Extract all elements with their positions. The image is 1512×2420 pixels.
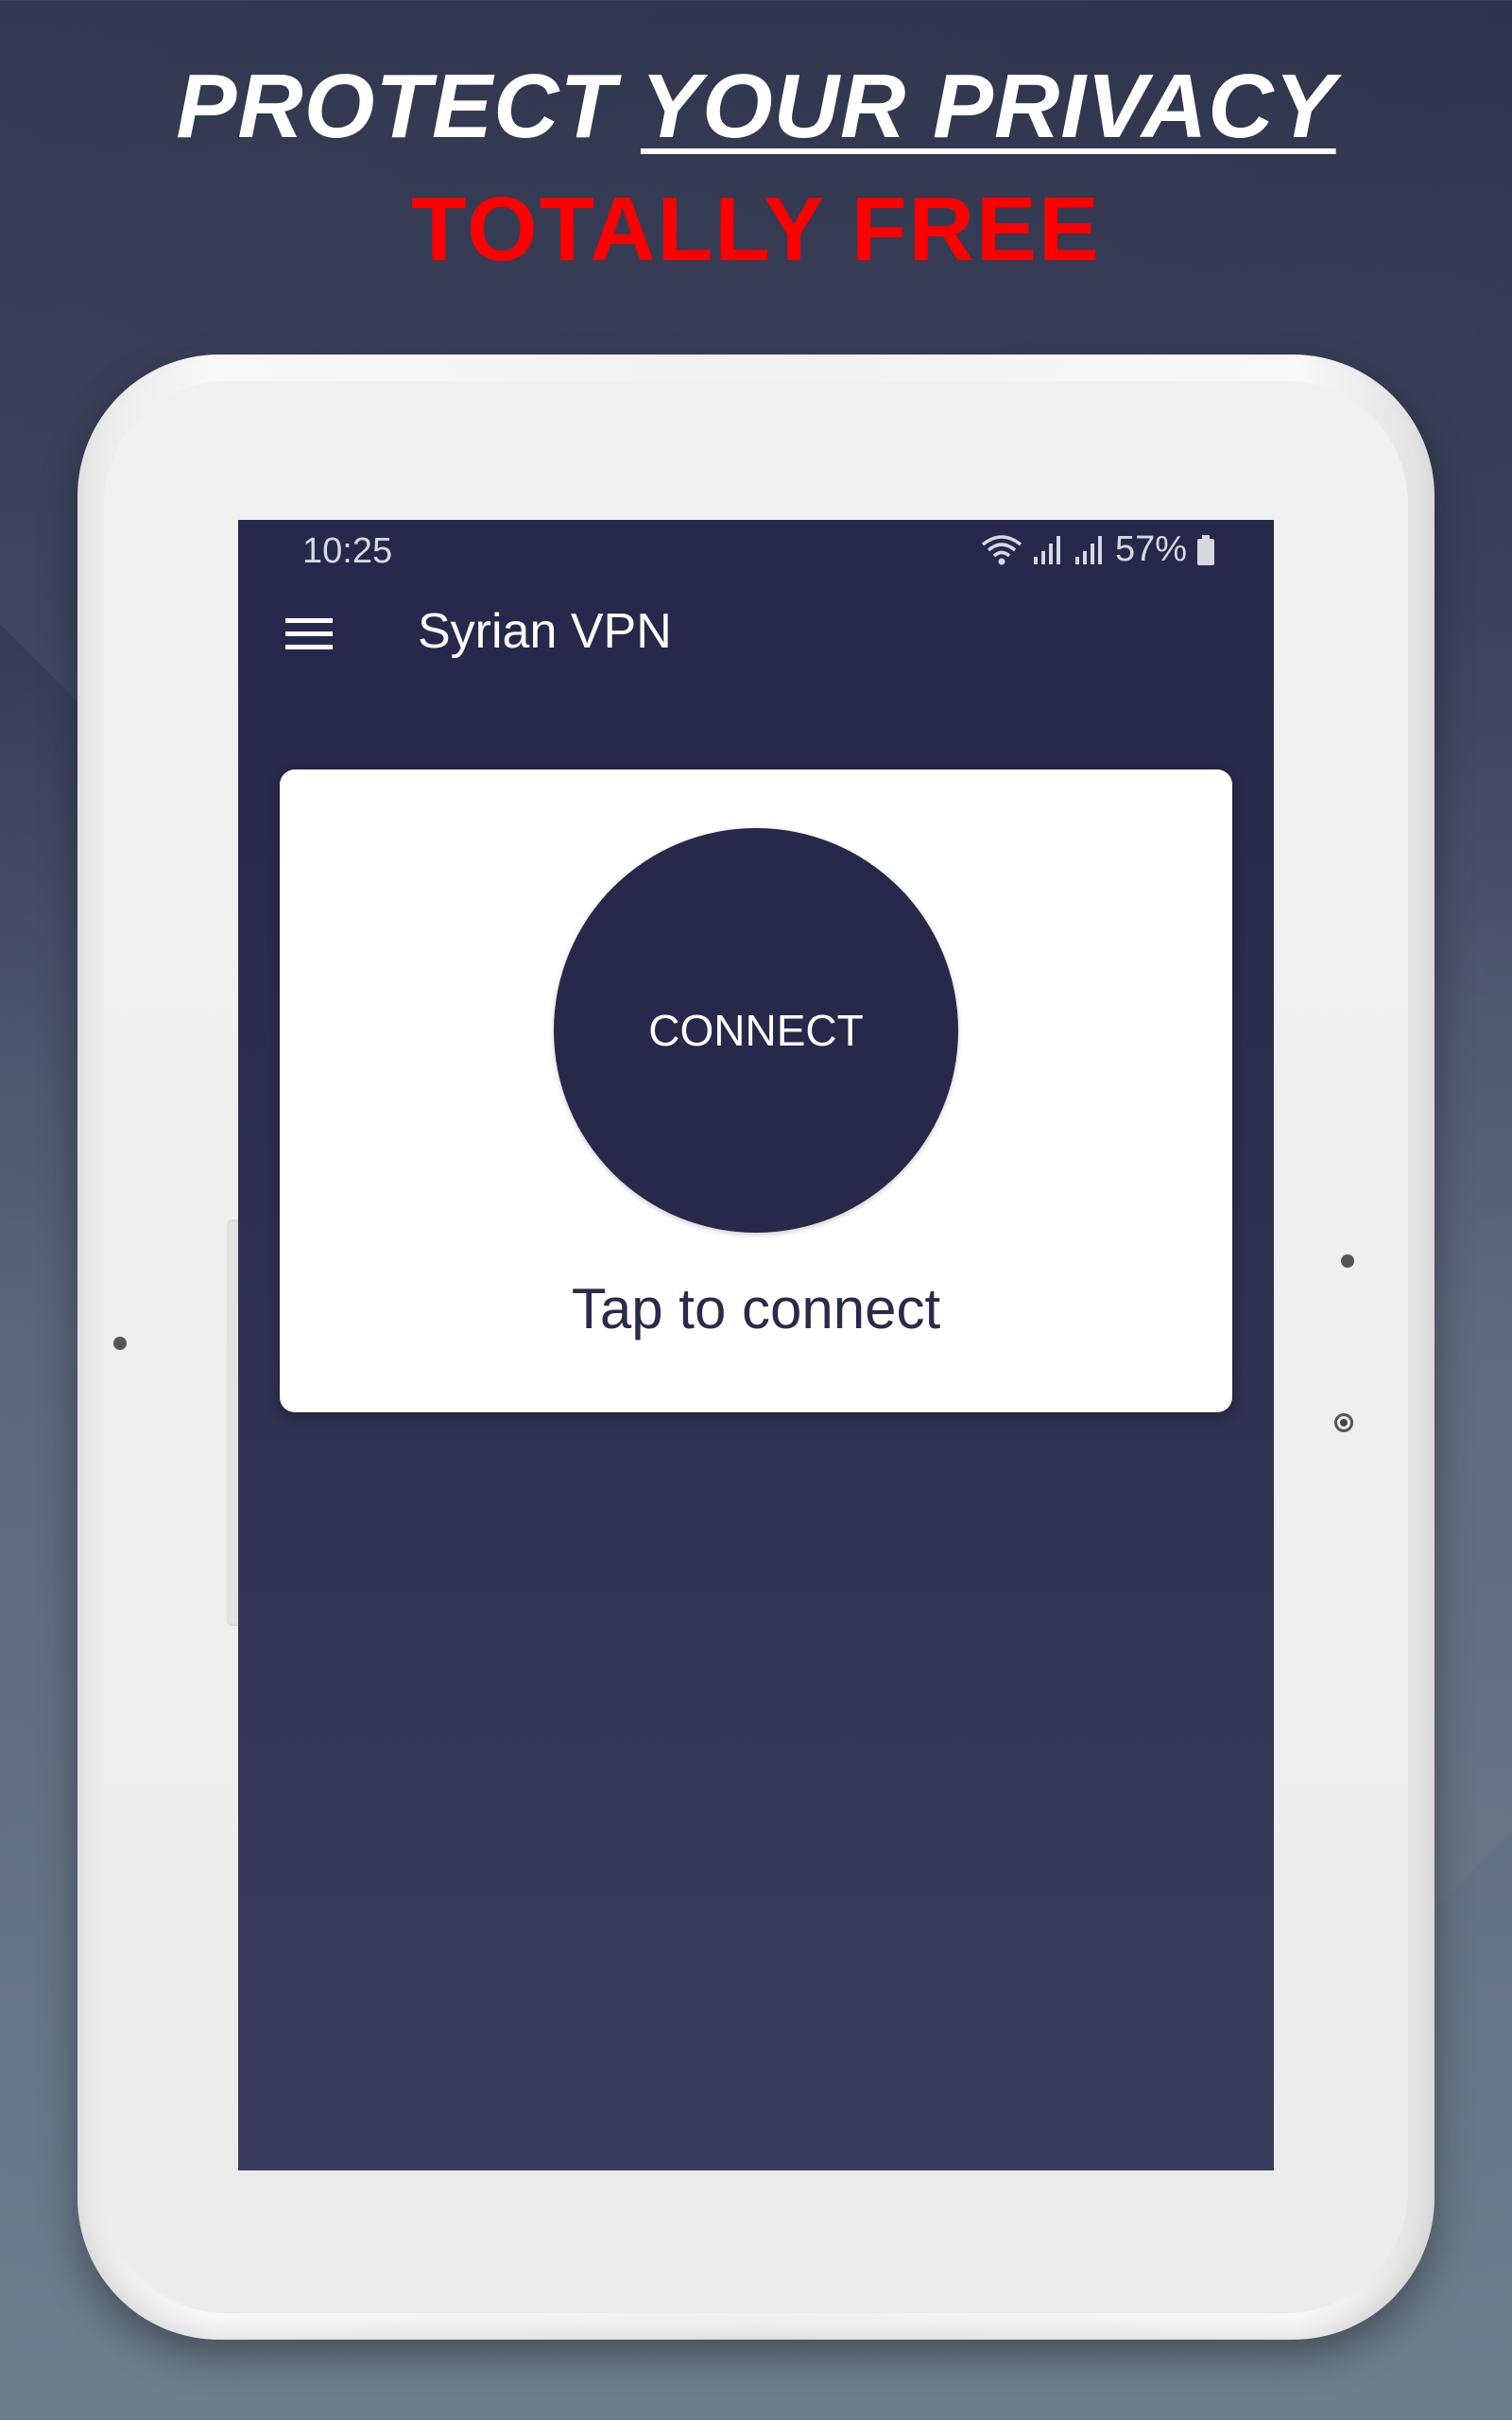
connect-card: CONNECT Tap to connect	[280, 769, 1232, 1412]
battery-percentage: 57%	[1114, 529, 1187, 569]
headline-part-your-privacy: YOUR PRIVACY	[640, 56, 1336, 157]
signal-icon	[1074, 534, 1106, 566]
app-title: Syrian VPN	[418, 604, 672, 659]
tablet-right-dot	[1341, 1254, 1354, 1268]
status-icons: 57%	[981, 529, 1215, 570]
signal-icon	[1032, 534, 1064, 566]
headline-part-protect: PROTECT	[176, 56, 641, 157]
tablet-camera-dot	[113, 1337, 127, 1350]
status-time: 10:25	[302, 531, 393, 571]
headline-totally-free: TOTALLY FREE	[411, 179, 1101, 280]
battery-icon	[1196, 534, 1215, 566]
app-bar: Syrian VPN	[238, 582, 1274, 696]
status-bar: 10:25 57%	[238, 520, 1274, 582]
tablet-sensor	[1334, 1413, 1353, 1432]
wifi-icon	[981, 533, 1022, 567]
device-screen: 10:25 57% Syrian VPN CONNECT Tap to conn…	[238, 520, 1274, 2170]
connection-status-text: Tap to connect	[571, 1277, 941, 1340]
headline-protect-privacy: PROTECT YOUR PRIVACY	[0, 55, 1512, 159]
connect-button[interactable]: CONNECT	[554, 828, 958, 1233]
hamburger-menu-icon[interactable]	[284, 609, 335, 660]
